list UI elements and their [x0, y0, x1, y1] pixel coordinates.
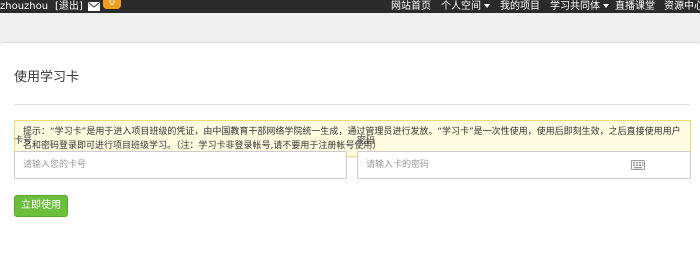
nav-my-projects[interactable]: 我的项目: [500, 0, 540, 13]
nav-label: 学习共同体: [550, 1, 600, 12]
password-label: 密码: [357, 136, 376, 146]
nav-label: 网站首页: [391, 1, 431, 12]
nav-personal-space[interactable]: 个人空间: [441, 0, 490, 13]
username[interactable]: zhouzhou: [0, 0, 48, 13]
nav-live-class[interactable]: 直播课堂: [615, 0, 655, 13]
caret-down-icon: [603, 4, 609, 8]
nav-home[interactable]: 网站首页: [391, 0, 431, 13]
card-number-input[interactable]: [14, 151, 347, 179]
nav-learning-community[interactable]: 学习共同体: [550, 0, 609, 13]
nav-label: 个人空间: [441, 1, 481, 12]
divider: [14, 104, 690, 105]
top-bar: zhouzhou [退出] 0 网站首页 个人空间 我的项目 学习共同体 直播课…: [0, 0, 700, 13]
nav-label: 资源中心: [664, 1, 700, 12]
nav-label: 我的项目: [500, 1, 540, 12]
logout-link[interactable]: [退出]: [55, 0, 83, 13]
page-title: 使用学习卡: [14, 70, 80, 85]
nav-resource-center[interactable]: 资源中心: [664, 0, 700, 13]
mail-count-badge: 0: [103, 0, 121, 9]
use-now-button[interactable]: 立即使用: [14, 195, 68, 217]
mail-icon[interactable]: [88, 2, 100, 11]
card-number-label: 卡号: [14, 136, 33, 146]
nav-label: 直播课堂: [615, 1, 655, 12]
caret-down-icon: [484, 4, 490, 8]
keyboard-icon[interactable]: [631, 160, 645, 170]
